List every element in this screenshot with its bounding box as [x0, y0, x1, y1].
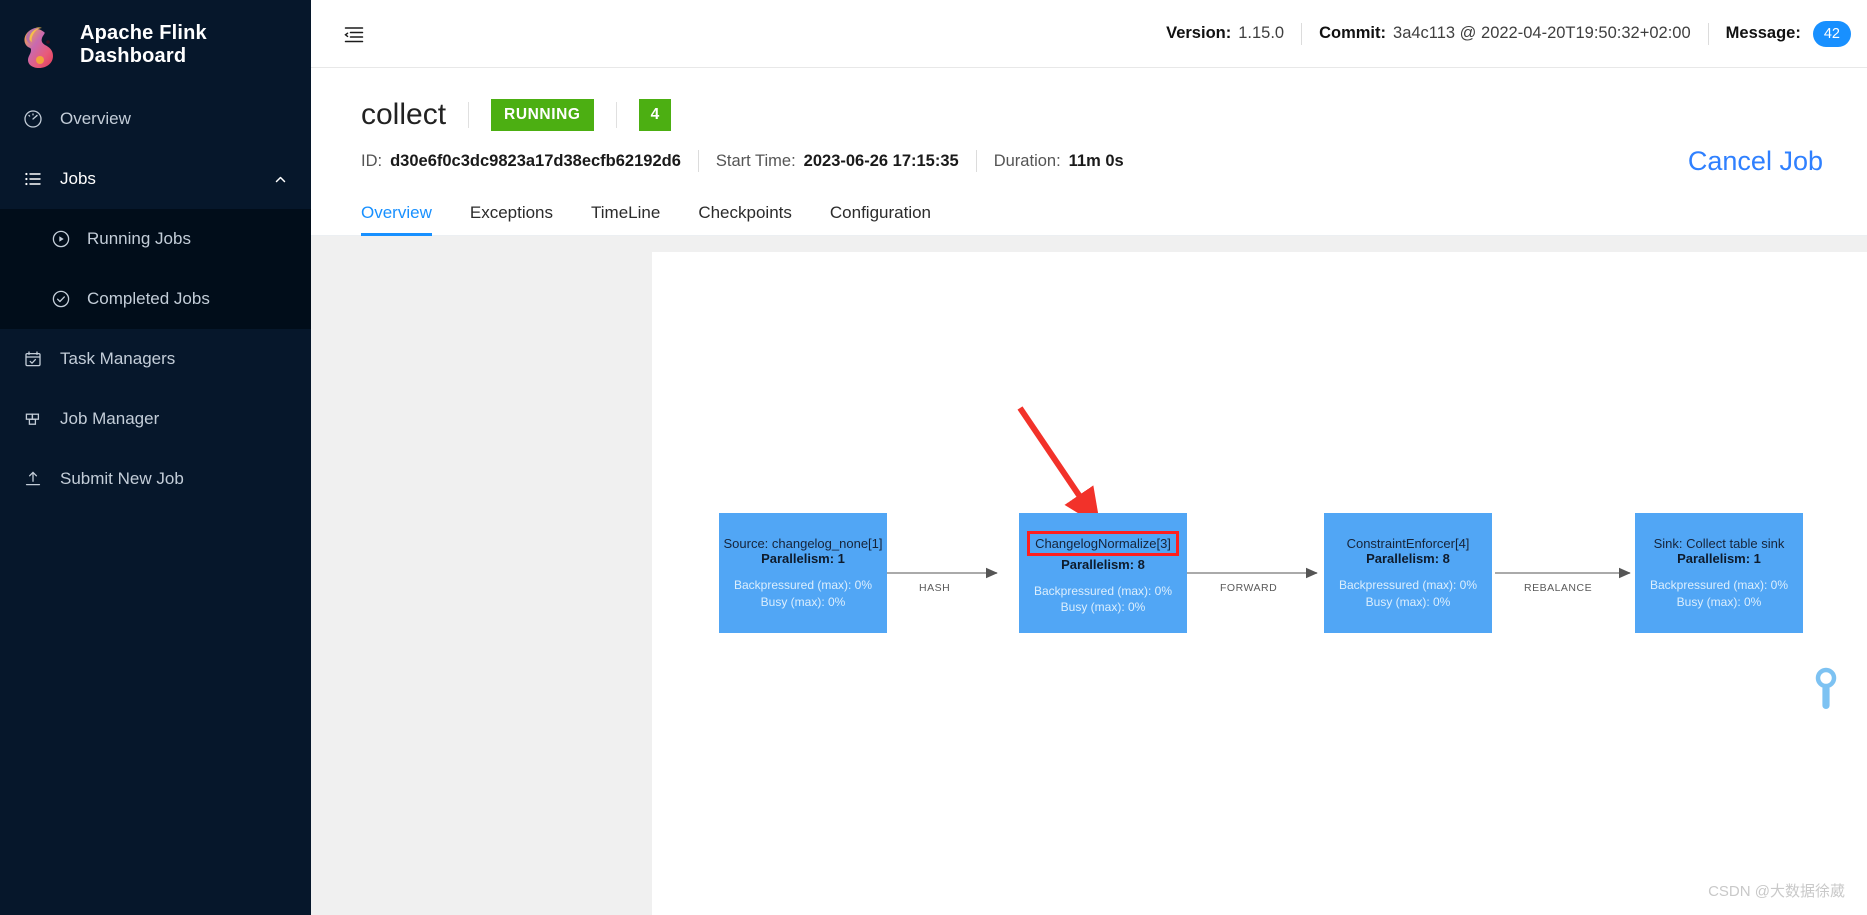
red-arrow-annotation [1017, 406, 1101, 527]
job-name: collect [361, 98, 447, 131]
sidebar-item-task-managers[interactable]: Task Managers [0, 329, 311, 389]
zoom-slider-handle[interactable] [1815, 667, 1837, 720]
duration-value: 11m 0s [1068, 151, 1124, 170]
divider [975, 150, 977, 172]
commit-value: 3a4c113 @ 2022-04-20T19:50:32+02:00 [1393, 24, 1691, 42]
node-busy: Busy (max): 0% [1060, 600, 1146, 614]
sidebar-item-label: Overview [60, 109, 131, 128]
job-graph-canvas[interactable]: Source: changelog_none[1] Parallelism: 1… [652, 252, 1867, 915]
topbar-meta: Version: 1.15.0 Commit: 3a4c113 @ 2022-0… [1166, 20, 1851, 47]
topbar: Version: 1.15.0 Commit: 3a4c113 @ 2022-0… [311, 0, 1867, 68]
start-time-label: Start Time: [715, 151, 796, 170]
watermark: CSDN @大数据徐葳 [1708, 883, 1845, 900]
sidebar-item-label: Jobs [60, 169, 96, 188]
node-busy: Busy (max): 0% [1365, 594, 1451, 609]
commit-label: Commit: [1319, 24, 1387, 42]
job-id-label: ID: [361, 151, 383, 170]
sidebar-item-running-jobs[interactable]: Running Jobs [0, 209, 311, 269]
brand[interactable]: Apache Flink Dashboard [0, 0, 311, 89]
main-content: Version: 1.15.0 Commit: 3a4c113 @ 2022-0… [311, 0, 1867, 915]
job-tabs: Overview Exceptions TimeLine Checkpoints… [311, 184, 1867, 236]
edge-label-forward: FORWARD [1220, 582, 1278, 594]
sidebar-item-completed-jobs[interactable]: Completed Jobs [0, 269, 311, 329]
node-backpressured: Backpressured (max): 0% [733, 578, 873, 593]
node-parallelism: Parallelism: 1 [761, 551, 845, 567]
node-busy: Busy (max): 0% [1676, 594, 1762, 609]
node-parallelism: Parallelism: 8 [1366, 551, 1450, 567]
message-label: Message: [1725, 24, 1801, 42]
sidebar-item-label: Job Manager [60, 409, 160, 428]
job-id-value: d30e6f0c3dc9823a17d38ecfb62192d6 [390, 151, 681, 170]
divider [697, 150, 699, 172]
node-backpressured: Backpressured (max): 0% [1338, 578, 1478, 593]
sidebar-item-jobs[interactable]: Jobs [0, 149, 311, 209]
tab-checkpoints[interactable]: Checkpoints [698, 203, 792, 235]
job-meta-row: ID: d30e6f0c3dc9823a17d38ecfb62192d6 Sta… [311, 138, 1867, 184]
sidebar-item-label: Submit New Job [60, 469, 184, 488]
graph-node-changelog-normalize[interactable]: ChangelogNormalize[3] Parallelism: 8 Bac… [1019, 513, 1187, 633]
node-parallelism: Parallelism: 8 [1061, 556, 1145, 572]
sidebar-item-label: Completed Jobs [87, 289, 210, 308]
tab-configuration[interactable]: Configuration [830, 203, 931, 235]
edge-label-hash: HASH [919, 582, 951, 594]
sidebar-item-label: Running Jobs [87, 229, 191, 248]
divider [468, 102, 470, 128]
calendar-check-icon [22, 349, 43, 370]
sidebar-item-job-manager[interactable]: Job Manager [0, 389, 311, 449]
cancel-job-button[interactable]: Cancel Job [1688, 146, 1823, 177]
grid-icon [22, 409, 43, 430]
graph-node-source[interactable]: Source: changelog_none[1] Parallelism: 1… [719, 513, 887, 633]
sidebar-submenu-jobs: Running Jobs Completed Jobs [0, 209, 311, 329]
node-title: ConstraintEnforcer[4] [1346, 536, 1470, 552]
version-label: Version: [1166, 24, 1232, 42]
flink-squirrel-logo-icon [14, 19, 66, 71]
job-header: collect RUNNING 4 ID: d30e6f0c3dc9823a17… [311, 68, 1867, 236]
start-time-value: 2023-06-26 17:15:35 [803, 151, 959, 170]
sidebar-item-label: Task Managers [60, 349, 176, 368]
upload-icon [22, 469, 43, 490]
graph-node-constraint-enforcer[interactable]: ConstraintEnforcer[4] Parallelism: 8 Bac… [1324, 513, 1492, 633]
graph-node-sink[interactable]: Sink: Collect table sink Parallelism: 1 … [1635, 513, 1803, 633]
node-backpressured: Backpressured (max): 0% [1033, 583, 1173, 598]
dashboard-icon [22, 109, 43, 130]
graph-area: Source: changelog_none[1] Parallelism: 1… [311, 236, 1867, 915]
version-value: 1.15.0 [1238, 24, 1285, 42]
play-circle-icon [50, 229, 71, 250]
node-busy: Busy (max): 0% [760, 594, 846, 609]
duration-label: Duration: [993, 151, 1061, 170]
sidebar-item-overview[interactable]: Overview [0, 89, 311, 149]
tab-exceptions[interactable]: Exceptions [470, 203, 553, 235]
menu-fold-icon[interactable] [337, 17, 371, 51]
sidebar-nav: Overview Jobs Running Jobs Completed Job… [0, 89, 311, 915]
job-task-count-badge: 4 [638, 99, 672, 131]
job-status-badge: RUNNING [491, 99, 594, 131]
divider [615, 102, 617, 128]
divider [1301, 22, 1303, 45]
node-backpressured: Backpressured (max): 0% [1649, 578, 1789, 593]
node-title: Source: changelog_none[1] [723, 536, 883, 552]
node-parallelism: Parallelism: 1 [1677, 551, 1761, 567]
list-icon [22, 169, 43, 190]
job-title-row: collect RUNNING 4 [311, 92, 1867, 138]
sidebar-item-submit-new-job[interactable]: Submit New Job [0, 449, 311, 509]
node-title: ChangelogNormalize[3] [1027, 530, 1179, 556]
job-graph: Source: changelog_none[1] Parallelism: 1… [652, 252, 1867, 915]
chevron-up-icon[interactable] [271, 170, 289, 188]
tab-timeline[interactable]: TimeLine [591, 203, 660, 235]
check-circle-icon [50, 289, 71, 310]
message-count-badge[interactable]: 42 [1812, 20, 1851, 47]
tab-overview[interactable]: Overview [361, 203, 432, 236]
edge-label-rebalance: REBALANCE [1524, 582, 1593, 594]
sidebar: Apache Flink Dashboard Overview Jobs Run… [0, 0, 311, 915]
node-title: Sink: Collect table sink [1653, 536, 1785, 552]
divider [1707, 22, 1709, 45]
brand-title: Apache Flink Dashboard [80, 21, 207, 67]
